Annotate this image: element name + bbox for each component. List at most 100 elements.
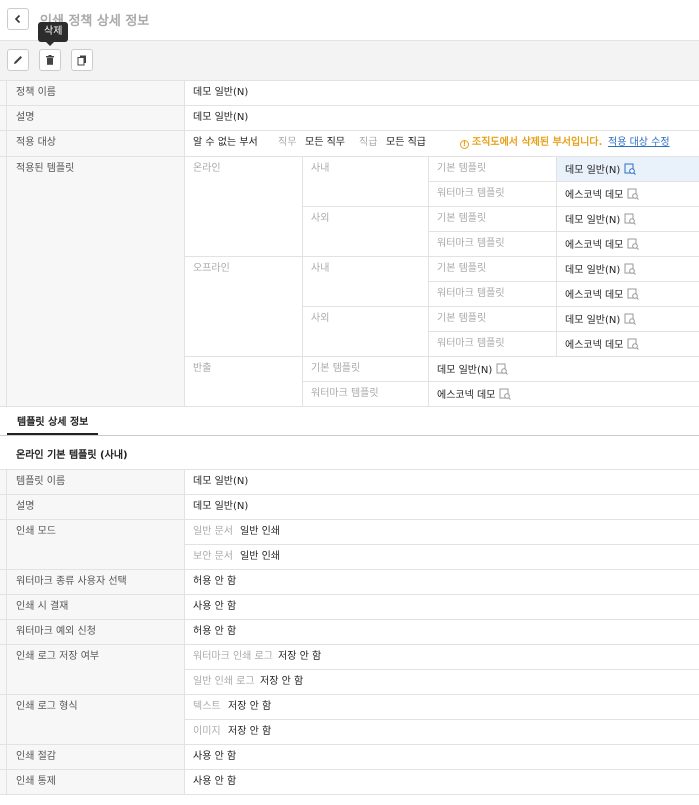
section-title: 온라인 기본 템플릿 (사내) (16, 450, 128, 461)
warning-text: 조직도에서 삭제된 부서입니다. (472, 137, 603, 148)
label-column-bg (0, 80, 184, 406)
pencil-icon (14, 56, 22, 64)
normal-doc-label: 일반 문서 (193, 526, 233, 537)
template-link[interactable]: 에스코넥 데모 (565, 288, 640, 302)
template-value: 에스코넥 데모 (437, 390, 496, 401)
policy-name-label: 정책 이름 (16, 87, 56, 98)
target-label: 적용 대상 (16, 137, 56, 148)
wm-log-label: 워터마크 인쇄 로그 (193, 651, 273, 662)
preview-icon[interactable] (627, 338, 640, 350)
chevron-left-icon (14, 14, 21, 24)
log-format-label: 인쇄 로그 형식 (16, 701, 78, 712)
export-label: 반출 (193, 363, 212, 374)
print-saving-label: 인쇄 절감 (16, 751, 56, 762)
online-label: 온라인 (193, 163, 221, 174)
offline-external-label: 사외 (311, 313, 330, 324)
template-value: 에스코넥 데모 (565, 290, 624, 301)
template-value: 에스코넥 데모 (565, 340, 624, 351)
edit-target-link[interactable]: 적용 대상 수정 (608, 137, 670, 149)
back-button[interactable] (7, 8, 29, 30)
secure-doc-label: 보안 문서 (193, 551, 233, 562)
print-saving-value: 사용 안 함 (193, 751, 237, 762)
template-link[interactable]: 에스코넥 데모 (565, 238, 640, 252)
tab-template-detail[interactable]: 템플릿 상세 정보 (7, 410, 99, 435)
template-link[interactable]: 데모 일반(N) (565, 213, 637, 227)
preview-icon[interactable] (499, 388, 512, 400)
title-bar: 인쇄 정책 상세 정보 (0, 0, 699, 40)
copy-button[interactable] (71, 49, 93, 71)
wm-exception-value: 허용 안 함 (193, 626, 237, 637)
preview-icon[interactable] (624, 313, 637, 325)
wm-user-select-value: 허용 안 함 (193, 576, 237, 587)
text-value: 저장 안 함 (228, 701, 272, 712)
text-label: 텍스트 (193, 701, 221, 712)
template-value: 데모 일반(N) (437, 365, 493, 376)
template-link[interactable]: 데모 일반(N) (565, 163, 637, 177)
export-watermark-label: 워터마크 템플릿 (311, 388, 379, 399)
wm-log-value: 저장 안 함 (278, 651, 322, 662)
template-link[interactable]: 에스코넥 데모 (565, 188, 640, 202)
template-type-label: 워터마크 템플릿 (437, 188, 505, 199)
template-type-label: 기본 템플릿 (437, 213, 487, 224)
policy-desc-label: 설명 (16, 112, 35, 123)
template-type-label: 기본 템플릿 (437, 263, 487, 274)
wm-user-select-label: 워터마크 종류 사용자 선택 (16, 576, 127, 587)
trash-icon (46, 55, 54, 65)
copy-icon (77, 55, 86, 66)
template-value: 데모 일반(N) (565, 315, 621, 326)
template-value: 데모 일반(N) (565, 215, 621, 226)
template-link[interactable]: 데모 일반(N) (565, 313, 637, 327)
template-desc-label: 설명 (16, 501, 35, 512)
normal-log-value: 저장 안 함 (260, 676, 304, 687)
image-label: 이미지 (193, 726, 221, 737)
template-value: 에스코넥 데모 (565, 190, 624, 201)
template-link[interactable]: 데모 일반(N) (565, 263, 637, 277)
log-save-label: 인쇄 로그 저장 여부 (16, 651, 100, 662)
template-type-label: 워터마크 템플릿 (437, 238, 505, 249)
target-duty-value: 모든 직무 (305, 137, 345, 148)
policy-name-value: 데모 일반(N) (193, 87, 249, 98)
online-internal-label: 사내 (311, 163, 330, 174)
toolbar (0, 40, 699, 80)
delete-tooltip: 삭제 (38, 22, 69, 46)
policy-desc-value: 데모 일반(N) (193, 112, 249, 123)
print-control-value: 사용 안 함 (193, 776, 237, 787)
wm-exception-label: 워터마크 예외 신청 (16, 626, 96, 637)
warning-icon: ! (460, 140, 469, 149)
template-type-label: 워터마크 템플릿 (437, 338, 505, 349)
template-value: 데모 일반(N) (565, 165, 621, 176)
template-link[interactable]: 에스코넥 데모 (437, 388, 512, 402)
template-type-label: 워터마크 템플릿 (437, 288, 505, 299)
target-rank-value: 모든 직급 (386, 137, 426, 148)
template-desc-value: 데모 일반(N) (193, 501, 249, 512)
target-dept: 알 수 없는 부서 (193, 137, 258, 148)
offline-internal-label: 사내 (311, 263, 330, 274)
template-link[interactable]: 데모 일반(N) (437, 363, 509, 377)
print-approval-label: 인쇄 시 결재 (16, 601, 69, 612)
online-external-label: 사외 (311, 213, 330, 224)
applied-templates-label: 적용된 템플릿 (16, 163, 75, 174)
template-type-label: 기본 템플릿 (437, 163, 487, 174)
delete-button[interactable] (39, 49, 61, 71)
preview-icon[interactable] (624, 213, 637, 225)
template-type-label: 기본 템플릿 (437, 313, 487, 324)
print-approval-value: 사용 안 함 (193, 601, 237, 612)
preview-icon[interactable] (627, 288, 640, 300)
deleted-dept-warning: ! 조직도에서 삭제된 부서입니다. (460, 137, 602, 149)
edit-button[interactable] (7, 49, 29, 71)
preview-icon[interactable] (624, 263, 637, 275)
print-control-label: 인쇄 통제 (16, 776, 56, 787)
preview-icon[interactable] (627, 188, 640, 200)
preview-icon[interactable] (627, 238, 640, 250)
template-value: 에스코넥 데모 (565, 240, 624, 251)
normal-log-label: 일반 인쇄 로그 (193, 676, 255, 687)
secure-doc-value: 일반 인쇄 (240, 551, 280, 562)
offline-label: 오프라인 (193, 263, 230, 274)
template-name-value: 데모 일반(N) (193, 476, 249, 487)
export-basic-label: 기본 템플릿 (311, 363, 361, 374)
template-link[interactable]: 에스코넥 데모 (565, 338, 640, 352)
print-mode-label: 인쇄 모드 (16, 526, 56, 537)
preview-icon[interactable] (624, 163, 637, 175)
preview-icon[interactable] (496, 363, 509, 375)
target-rank-label: 직급 (359, 137, 378, 148)
